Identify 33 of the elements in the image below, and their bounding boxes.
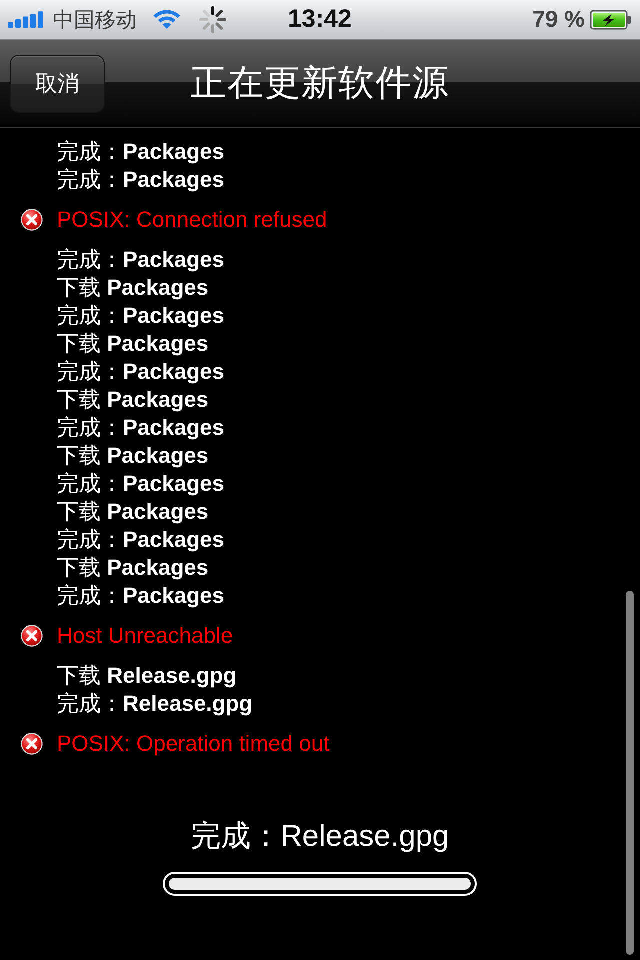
error-message: POSIX: Connection refused <box>57 206 328 234</box>
log-line: 完成：Packages <box>56 582 226 610</box>
log-line: 下载 Release.gpg <box>56 662 238 690</box>
log-line: 下载 Packages <box>56 274 210 302</box>
log-line: 完成：Packages <box>56 138 226 166</box>
log-line: 下载 Packages <box>56 498 210 526</box>
signal-bars-icon <box>8 11 44 28</box>
screen-title: 正在更新软件源 <box>190 61 450 105</box>
log-line: 下载 Packages <box>56 330 210 358</box>
progress-status: 完成：Release.gpg <box>190 819 450 855</box>
spinner-icon <box>199 6 227 34</box>
log-line: 完成：Packages <box>56 358 226 386</box>
log-line: 完成：Packages <box>56 302 226 330</box>
carrier-name: 中国移动 <box>53 8 137 34</box>
log-line: 完成：Packages <box>56 166 226 194</box>
battery-charging-icon <box>590 10 632 30</box>
cancel-button[interactable]: 取消 <box>10 54 105 112</box>
error-icon <box>21 733 43 755</box>
log-line: 完成：Packages <box>56 246 226 274</box>
log-line: 完成：Packages <box>56 526 226 554</box>
clock-time: 13:42 <box>288 5 352 34</box>
wifi-icon <box>152 8 182 30</box>
log-line: 完成：Release.gpg <box>56 690 254 718</box>
log-line: 完成：Packages <box>56 470 226 498</box>
error-icon <box>21 625 43 647</box>
log-line: 下载 Packages <box>56 386 210 414</box>
battery-percent: 79 % <box>532 6 585 33</box>
error-icon <box>21 209 43 231</box>
error-message: Host Unreachable <box>57 622 234 650</box>
log-line: 下载 Packages <box>56 554 210 582</box>
error-message: POSIX: Operation timed out <box>57 730 330 758</box>
log-line: 下载 Packages <box>56 442 210 470</box>
log-line: 完成：Packages <box>56 414 226 442</box>
